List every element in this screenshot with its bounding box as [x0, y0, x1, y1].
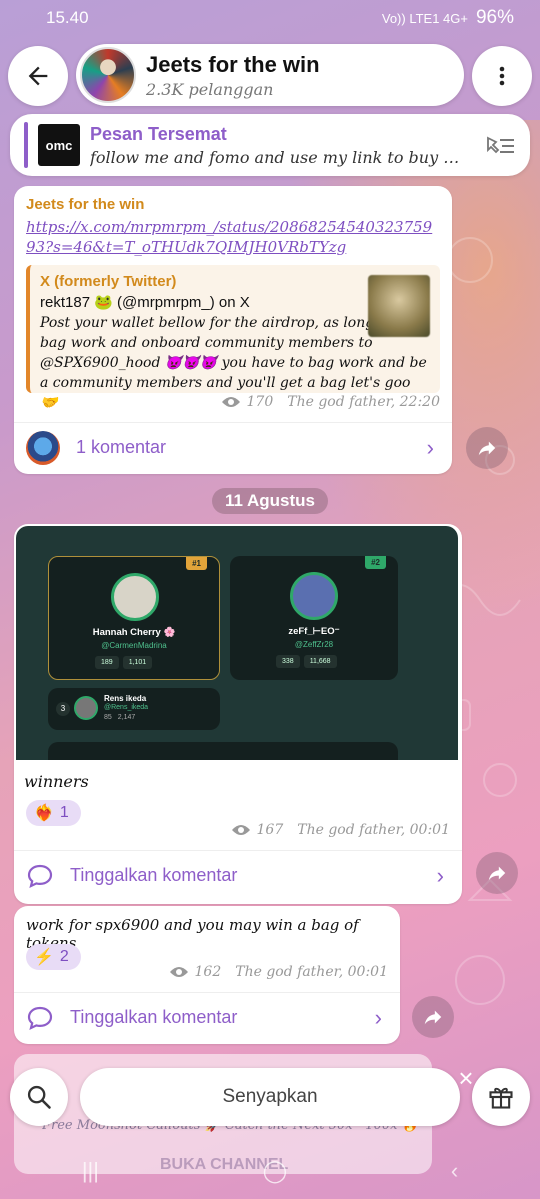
comments-label: Tinggalkan komentar [70, 865, 238, 885]
back-button[interactable] [8, 46, 68, 106]
pinned-indicator [24, 122, 28, 168]
share-icon [424, 1010, 442, 1025]
leaderboard-card-3: 3 Rens ikeda @Rens_ikeda 85 2,147 [48, 688, 220, 730]
post-meta: 167 The god father, 00:01 [231, 822, 450, 838]
post-meta: 162 The god father, 00:01 [169, 964, 388, 980]
mute-button[interactable]: Senyapkan [80, 1068, 460, 1126]
channel-avatar[interactable] [80, 47, 136, 103]
chevron-right-icon: › [426, 434, 434, 460]
system-nav-bar: ||| ◯ ‹ [0, 1142, 540, 1199]
recent-apps-icon[interactable]: ||| [82, 1158, 99, 1184]
comment-icon [27, 864, 53, 888]
home-icon[interactable]: ◯ [263, 1158, 288, 1184]
clock: 15.40 [46, 8, 89, 27]
leader-name: Rens ikeda [104, 694, 147, 703]
link-preview[interactable]: X (formerly Twitter) rekt187 🐸 (@mrpmrpm… [26, 265, 440, 411]
battery-level: 96% [475, 7, 514, 28]
stat-points: 2,147 [117, 714, 136, 721]
close-icon[interactable]: × [452, 1064, 480, 1092]
reaction-chip[interactable]: ⚡ 2 [26, 944, 81, 970]
reaction-emoji: ⚡ [34, 949, 54, 966]
pinned-thumbnail: omc [38, 124, 80, 166]
eye-icon [231, 825, 250, 835]
leaderboard-card-1: #1 Hannah Cherry 🌸 @CarmenMadrina 189 1,… [48, 556, 220, 680]
stat-points: 11,668 [303, 655, 337, 668]
leaderboard-card-2: #2 zeFf_⊢EO⁻ @ZeffZr28 338 11,668 [230, 556, 398, 680]
pinned-label: Pesan Tersemat [90, 123, 227, 144]
share-icon [488, 866, 506, 881]
back-nav-icon[interactable]: ‹ [451, 1158, 458, 1184]
stat-members: 85 [104, 714, 112, 721]
rank-badge: 3 [56, 702, 70, 716]
view-count: 170 [246, 394, 274, 410]
reaction-count: 1 [59, 804, 69, 821]
preview-image [368, 275, 430, 337]
channel-post: work for spx6900 and you may win a bag o… [14, 906, 400, 1044]
comment-icon [27, 1006, 53, 1030]
gift-icon [489, 1087, 513, 1109]
post-image-leaderboard[interactable]: #1 Hannah Cherry 🌸 @CarmenMadrina 189 1,… [16, 526, 458, 760]
subscriber-count: 2.3K pelanggan [146, 79, 274, 99]
author-time: The god father, 00:01 [297, 822, 450, 838]
signal-labels: Vo)) LTE1 4G+ [381, 10, 468, 26]
view-count: 167 [256, 822, 284, 838]
pin-list-icon[interactable] [484, 132, 516, 158]
author-time: The god father, 00:01 [235, 964, 388, 980]
chevron-right-icon: › [374, 1004, 382, 1030]
post-meta: 170 The god father, 22:20 [221, 394, 440, 410]
leaderboard-next-card [48, 742, 398, 760]
date-divider: 11 Agustus [212, 488, 328, 514]
view-count: 162 [194, 964, 222, 980]
post-text: work for spx6900 and you may win a bag o… [26, 916, 359, 952]
avatar [111, 573, 159, 621]
more-options-button[interactable] [472, 46, 532, 106]
share-button[interactable] [412, 996, 454, 1038]
search-icon [27, 1085, 51, 1109]
leave-comment-button[interactable]: Tinggalkan komentar › [14, 992, 400, 1042]
author-time: The god father, 22:20 [287, 394, 440, 410]
share-icon [478, 441, 496, 456]
pinned-message-bar[interactable]: omc Pesan Tersemat follow me and fomo an… [10, 114, 530, 176]
back-arrow-icon [28, 66, 48, 86]
reaction-count: 2 [59, 948, 69, 965]
avatar [74, 696, 98, 720]
pinned-preview: follow me and fomo and use my link to bu… [90, 147, 470, 167]
chevron-right-icon: › [436, 862, 444, 888]
leader-handle: @Rens_ikeda [104, 704, 149, 711]
search-button[interactable] [10, 1068, 68, 1126]
comments-label: 1 komentar [76, 437, 167, 457]
eye-icon [169, 967, 188, 977]
leader-handle: @CarmenMadrina [101, 641, 167, 650]
leader-name: Hannah Cherry 🌸 [92, 627, 176, 638]
post-sender: Jeets for the win [26, 196, 145, 213]
status-bar: 15.40 Vo)) LTE1 4G+ 96% [0, 0, 540, 36]
commenter-avatar [26, 430, 60, 465]
post-link[interactable]: https://x.com/mrpmrpm_/status/2086825454… [26, 217, 440, 257]
channel-header[interactable]: Jeets for the win 2.3K pelanggan [76, 44, 464, 106]
post-caption: winners [24, 772, 89, 791]
eye-icon [221, 397, 240, 407]
stat-members: 338 [276, 655, 300, 668]
avatar [290, 572, 338, 620]
stat-points: 1,101 [122, 656, 153, 669]
share-button[interactable] [476, 852, 518, 894]
reaction-emoji: ❤️‍🔥 [34, 805, 54, 822]
channel-title: Jeets for the win [146, 51, 320, 77]
rank-badge: #2 [365, 556, 386, 569]
leader-handle: @ZeffZr28 [294, 640, 334, 649]
leader-name: zeFf_⊢EO⁻ [288, 626, 340, 637]
share-button[interactable] [466, 427, 508, 469]
stat-members: 189 [95, 656, 119, 669]
channel-post: Jeets for the win https://x.com/mrpmrpm_… [14, 186, 452, 474]
more-vert-icon [499, 66, 505, 86]
comments-label: Tinggalkan komentar [70, 1007, 238, 1027]
gift-button[interactable] [472, 1068, 530, 1126]
channel-post: #1 Hannah Cherry 🌸 @CarmenMadrina 189 1,… [14, 524, 462, 904]
reaction-chip[interactable]: ❤️‍🔥 1 [26, 800, 81, 826]
leave-comment-button[interactable]: Tinggalkan komentar › [14, 850, 462, 900]
comments-button[interactable]: 1 komentar › [14, 422, 452, 472]
rank-badge: #1 [186, 557, 207, 570]
